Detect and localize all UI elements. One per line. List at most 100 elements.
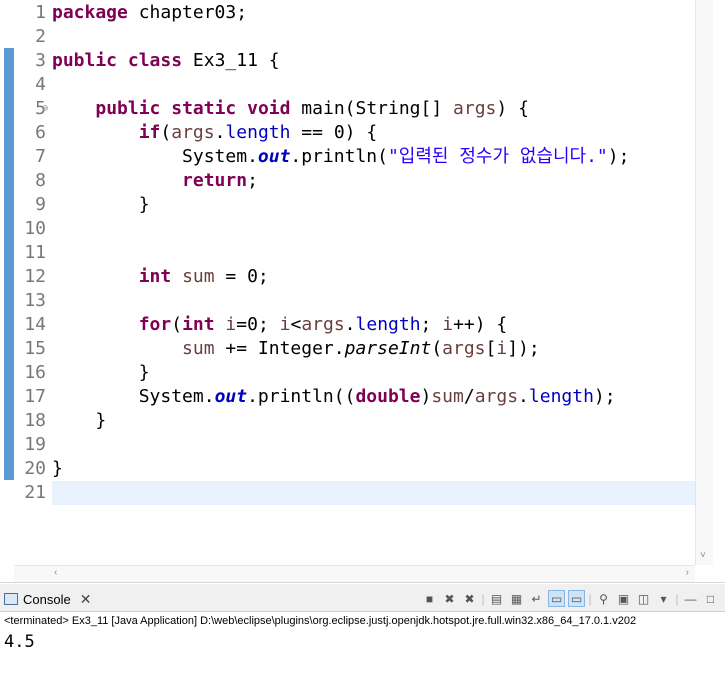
code-token: ]); (507, 338, 540, 359)
code-line[interactable] (52, 73, 695, 97)
remove-launch-icon[interactable]: ✖ (441, 590, 458, 607)
code-line[interactable]: for(int i=0; i<args.length; i++) { (52, 313, 695, 337)
code-token: . (214, 122, 226, 143)
code-token: parseInt (344, 338, 432, 359)
code-token: Ex3_11 { (182, 50, 280, 71)
scroll-right-arrow-icon[interactable]: › (686, 567, 689, 578)
console-toolbar: ■ ✖ ✖ | ▤ ▦ ↵ ▭ ▭ | ⚲ ▣ ◫ ▾ | — □ (421, 590, 719, 607)
line-number: 20 (24, 458, 46, 479)
line-number: 6 (35, 122, 46, 143)
word-wrap-icon[interactable]: ↵ (528, 590, 545, 607)
remove-all-terminated-icon[interactable]: ✖ (461, 590, 478, 607)
code-line[interactable]: int sum = 0; (52, 265, 695, 289)
code-token: System. (52, 386, 215, 407)
code-token: += Integer. (214, 338, 345, 359)
console-tab-label: Console (23, 591, 71, 607)
view-menu-icon[interactable]: ▾ (655, 590, 672, 607)
scroll-left-arrow-icon[interactable]: ‹ (54, 567, 57, 578)
toolbar-separator: | (588, 591, 592, 606)
line-number: 17 (24, 386, 46, 407)
pin-console-icon[interactable]: ⚲ (595, 590, 612, 607)
code-line[interactable]: } (52, 361, 695, 385)
code-token: i (442, 314, 454, 335)
code-token: args (442, 338, 486, 359)
code-token: length (355, 314, 421, 335)
code-token: void (247, 98, 291, 119)
line-number: 16 (24, 362, 46, 383)
line-number: 14 (24, 314, 46, 335)
code-token: i (279, 314, 291, 335)
code-token: ( (160, 122, 172, 143)
vertical-scrollbar[interactable]: ˅ (695, 0, 713, 565)
code-token: int (182, 314, 215, 335)
line-number: 21 (24, 482, 46, 503)
code-line[interactable] (52, 433, 695, 457)
code-token: [ (485, 338, 497, 359)
code-line[interactable] (52, 241, 695, 265)
code-line[interactable] (52, 289, 695, 313)
horizontal-scrollbar[interactable]: ‹ › (14, 565, 695, 582)
display-selected-console-icon[interactable]: ▣ (615, 590, 632, 607)
console-view: Console ✕ ■ ✖ ✖ | ▤ ▦ ↵ ▭ ▭ | ⚲ ▣ ◫ ▾ | — □ <terminated>… (0, 584, 725, 695)
maximize-icon[interactable]: □ (702, 590, 719, 607)
code-line[interactable]: } (52, 193, 695, 217)
code-line[interactable]: } (52, 409, 695, 433)
console-launch-status: <terminated> Ex3_11 [Java Application] D… (4, 615, 637, 627)
code-token: sum (182, 338, 215, 359)
code-line[interactable]: public static void main(String[] args) { (52, 97, 695, 121)
code-text-area[interactable]: package chapter03; public class Ex3_11 {… (52, 1, 695, 505)
code-token: out (214, 386, 248, 407)
code-token: / (463, 386, 475, 407)
code-token: ); (607, 146, 630, 167)
toolbar-separator: | (675, 591, 679, 606)
code-token: return (182, 170, 248, 191)
code-token: } (52, 410, 107, 431)
line-number: 19 (24, 434, 46, 455)
open-console-icon[interactable]: ◫ (635, 590, 652, 607)
code-line[interactable]: System.out.println((double)sum/args.leng… (52, 385, 695, 409)
code-token: if (138, 122, 161, 143)
close-icon[interactable]: ✕ (80, 591, 92, 608)
line-number: 4 (35, 74, 46, 95)
code-token: out (257, 146, 291, 167)
code-line[interactable] (52, 481, 695, 505)
console-tab[interactable]: Console ✕ (4, 588, 91, 610)
code-line[interactable]: System.out.println("입력된 정수가 없습니다."); (52, 145, 695, 169)
scroll-down-arrow-icon[interactable]: ˅ (700, 550, 706, 561)
code-token: i (225, 314, 237, 335)
line-number: 10 (24, 218, 46, 239)
code-line[interactable]: public class Ex3_11 { (52, 49, 695, 73)
terminate-icon[interactable]: ■ (421, 590, 438, 607)
code-editor[interactable]: 123456789101112131415161718192021 packag… (0, 0, 725, 583)
minimize-icon[interactable]: — (682, 590, 699, 607)
show-stderr-icon[interactable]: ▭ (568, 590, 585, 607)
console-tab-bar: Console ✕ ■ ✖ ✖ | ▤ ▦ ↵ ▭ ▭ | ⚲ ▣ ◫ ▾ | — □ (0, 584, 725, 612)
code-line[interactable]: if(args.length == 0) { (52, 121, 695, 145)
code-line[interactable]: package chapter03; (52, 1, 695, 25)
code-token: .println( (290, 146, 388, 167)
code-token: ++) { (453, 314, 508, 335)
code-token: sum (182, 266, 215, 287)
code-token: sum (431, 386, 464, 407)
code-line[interactable] (52, 217, 695, 241)
code-line[interactable]: } (52, 457, 695, 481)
code-token: ) (420, 386, 432, 407)
code-token: public (95, 98, 161, 119)
code-line[interactable]: sum += Integer.parseInt(args[i]); (52, 337, 695, 361)
code-line[interactable]: return; (52, 169, 695, 193)
clear-console-icon[interactable]: ▤ (488, 590, 505, 607)
console-icon (4, 593, 18, 605)
code-token: class (127, 50, 183, 71)
quick-diff-change-bar (4, 48, 14, 480)
scroll-lock-icon[interactable]: ▦ (508, 590, 525, 607)
code-line[interactable] (52, 25, 695, 49)
code-token: double (355, 386, 421, 407)
line-number: 8 (35, 170, 46, 191)
code-token: ; (247, 170, 258, 191)
show-stdout-icon[interactable]: ▭ (548, 590, 565, 607)
